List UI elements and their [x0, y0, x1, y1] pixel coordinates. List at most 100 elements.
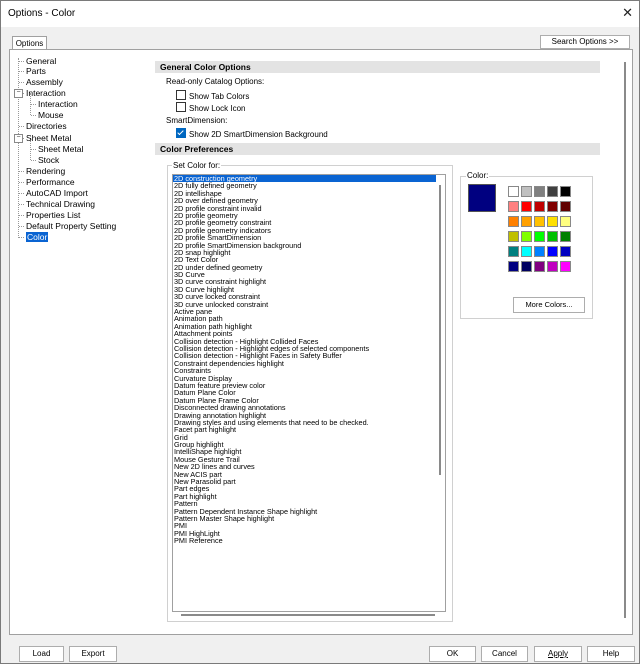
list-item[interactable]: Facet part highlight: [173, 426, 445, 434]
checkbox-box[interactable]: [176, 128, 186, 138]
color-preferences-header: Color Preferences: [155, 143, 600, 155]
tree-guide-line: [19, 182, 24, 183]
color-swatch[interactable]: [534, 216, 545, 227]
list-item[interactable]: 3D curve unlocked constraint: [173, 300, 445, 308]
tree-item-interaction[interactable]: Interaction: [26, 88, 66, 98]
tree-item-parts[interactable]: Parts: [26, 66, 46, 76]
checkbox-box[interactable]: [176, 102, 186, 112]
help-button[interactable]: Help: [587, 646, 635, 662]
tree-guide-line: [19, 204, 24, 205]
tree-item-technical-drawing[interactable]: Technical Drawing: [26, 199, 95, 209]
tree-guide-line: [31, 115, 36, 116]
tree-item-directories[interactable]: Directories: [26, 121, 67, 131]
color-swatch[interactable]: [547, 216, 558, 227]
search-options-button[interactable]: Search Options >>: [540, 35, 630, 49]
window-title: Options - Color: [8, 8, 76, 19]
color-swatch[interactable]: [508, 261, 519, 272]
tree-guide-line: [19, 61, 24, 62]
tree-item-color[interactable]: Color: [26, 232, 49, 242]
tree-guide-line: [19, 82, 24, 83]
tree-item-default-property-setting[interactable]: Default Property Setting: [26, 221, 116, 231]
list-item[interactable]: PMI Reference: [173, 537, 445, 545]
show-tab-colors-checkbox[interactable]: Show Tab Colors: [176, 90, 249, 101]
tree-guide-line: [19, 226, 24, 227]
color-swatch[interactable]: [534, 261, 545, 272]
tree-item-stock[interactable]: Stock: [38, 155, 59, 165]
list-item[interactable]: New Parasolid part: [173, 478, 445, 486]
tree-guide-line: [31, 104, 36, 105]
tree-guide-line: [18, 58, 19, 238]
color-swatch[interactable]: [534, 201, 545, 212]
apply-button[interactable]: Apply: [534, 646, 582, 662]
color-swatch[interactable]: [521, 231, 532, 242]
cancel-button[interactable]: Cancel: [481, 646, 528, 662]
color-swatch[interactable]: [534, 246, 545, 257]
color-swatch[interactable]: [521, 246, 532, 257]
color-swatch[interactable]: [534, 231, 545, 242]
color-swatch[interactable]: [560, 261, 571, 272]
tree-item-assembly[interactable]: Assembly: [26, 77, 63, 87]
ok-button[interactable]: OK: [429, 646, 476, 662]
color-swatch[interactable]: [508, 231, 519, 242]
color-item-list: 2D construction geometry 2D fully defined…: [173, 175, 445, 545]
scroll-thumb[interactable]: [439, 185, 441, 475]
checkbox-box[interactable]: [176, 90, 186, 100]
tree-guide-line: [19, 71, 24, 72]
color-swatch[interactable]: [508, 186, 519, 197]
color-swatch[interactable]: [534, 186, 545, 197]
color-swatch[interactable]: [560, 186, 571, 197]
color-item-listbox[interactable]: 2D construction geometry 2D fully defined…: [172, 174, 446, 612]
tree-item-rendering[interactable]: Rendering: [26, 166, 65, 176]
panel-vertical-scrollbar[interactable]: [621, 60, 630, 620]
color-swatch[interactable]: [508, 216, 519, 227]
color-swatch[interactable]: [521, 201, 532, 212]
list-item[interactable]: Part highlight: [173, 492, 445, 500]
list-item[interactable]: Pattern Master Shape highlight: [173, 515, 445, 523]
more-colors-button[interactable]: More Colors...: [513, 297, 585, 313]
show-tab-colors-label: Show Tab Colors: [189, 92, 250, 101]
color-swatch[interactable]: [521, 186, 532, 197]
show-2d-smartdim-checkbox[interactable]: Show 2D SmartDimension Background: [176, 128, 328, 139]
color-swatch[interactable]: [560, 231, 571, 242]
scroll-thumb[interactable]: [624, 62, 626, 618]
color-swatch[interactable]: [508, 246, 519, 257]
current-color-swatch: [468, 184, 496, 212]
color-swatch[interactable]: [547, 261, 558, 272]
color-swatch[interactable]: [547, 201, 558, 212]
color-label: Color:: [466, 171, 490, 180]
tree-guide-line: [19, 171, 24, 172]
tree-item-properties-list[interactable]: Properties List: [26, 210, 80, 220]
tree-item-general[interactable]: General: [26, 56, 56, 66]
close-icon[interactable]: ✕: [622, 5, 633, 21]
color-swatch[interactable]: [560, 246, 571, 257]
color-swatch[interactable]: [560, 216, 571, 227]
color-swatch[interactable]: [508, 201, 519, 212]
color-swatch[interactable]: [560, 201, 571, 212]
color-swatch[interactable]: [547, 186, 558, 197]
list-vertical-scrollbar[interactable]: [436, 175, 445, 611]
tree-item-sheet-metal[interactable]: Sheet Metal: [26, 133, 71, 143]
show-lock-icon-checkbox[interactable]: Show Lock Icon: [176, 102, 245, 113]
color-swatch[interactable]: [547, 231, 558, 242]
tree-item-autocad-import[interactable]: AutoCAD Import: [26, 188, 88, 198]
color-swatch[interactable]: [521, 261, 532, 272]
tab-options[interactable]: Options: [12, 36, 47, 50]
tree-item-interaction-sub[interactable]: Interaction: [38, 99, 78, 109]
tree-guide-line: [19, 193, 24, 194]
tree-guide-line: [19, 215, 24, 216]
show-lock-icon-label: Show Lock Icon: [189, 104, 246, 113]
load-button[interactable]: Load: [19, 646, 64, 662]
tree-item-sheet-metal-sub[interactable]: Sheet Metal: [38, 144, 83, 154]
collapse-icon[interactable]: −: [14, 134, 23, 143]
tree-guide-line: [19, 126, 24, 127]
list-item[interactable]: Constraint dependencies highlight: [173, 359, 445, 367]
tree-item-performance[interactable]: Performance: [26, 177, 75, 187]
list-item[interactable]: 2D under defined geometry: [173, 263, 445, 271]
export-button[interactable]: Export: [69, 646, 117, 662]
color-swatch[interactable]: [547, 246, 558, 257]
color-swatch[interactable]: [521, 216, 532, 227]
tree-item-mouse[interactable]: Mouse: [38, 110, 64, 120]
collapse-icon[interactable]: −: [14, 89, 23, 98]
list-horizontal-scrollbar[interactable]: [181, 614, 435, 616]
title-bar: Options - Color ✕: [1, 1, 639, 27]
